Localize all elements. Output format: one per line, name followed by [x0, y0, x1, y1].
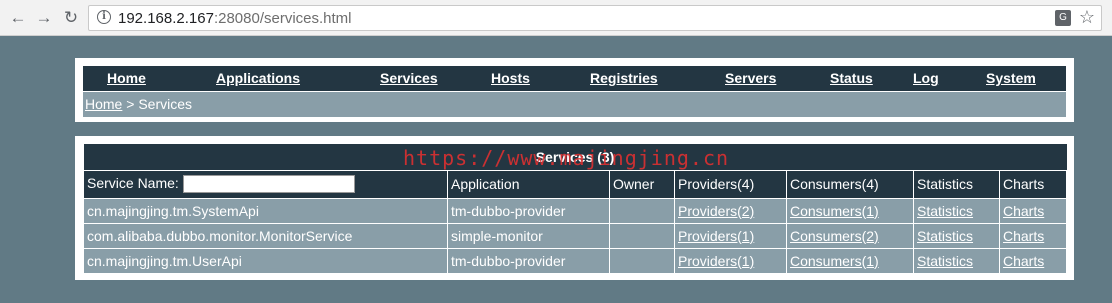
charts-link[interactable]: Charts — [1003, 203, 1044, 219]
service-name-search-input[interactable] — [182, 175, 355, 194]
table-row: com.alibaba.dubbo.monitor.MonitorService… — [83, 222, 1068, 249]
consumers-link[interactable]: Consumers(1) — [790, 253, 879, 269]
owner-cell — [609, 247, 675, 274]
header-application: Application — [447, 169, 610, 199]
owner-cell — [609, 222, 675, 249]
menu-status[interactable]: Status — [830, 70, 873, 86]
back-arrow-icon[interactable]: ← — [8, 8, 28, 28]
address-bar[interactable]: i 192.168.2.167:28080/services.html G ☆ — [88, 5, 1102, 31]
service-name-cell: cn.majingjing.tm.SystemApi — [83, 197, 448, 224]
menu-hosts[interactable]: Hosts — [491, 70, 530, 86]
statistics-link[interactable]: Statistics — [917, 253, 973, 269]
statistics-link[interactable]: Statistics — [917, 203, 973, 219]
header-charts: Charts — [998, 169, 1068, 199]
owner-cell — [609, 197, 675, 224]
menu-system[interactable]: System — [986, 70, 1036, 86]
menu-home[interactable]: Home — [107, 70, 146, 86]
menu-services[interactable]: Services — [380, 70, 438, 86]
application-cell: simple-monitor — [447, 222, 610, 249]
application-cell: tm-dubbo-provider — [447, 197, 610, 224]
nav-panel: Home Applications Services Hosts Registr… — [75, 58, 1074, 122]
menu-servers[interactable]: Servers — [725, 70, 776, 86]
info-icon[interactable]: i — [97, 10, 111, 24]
services-panel: Services (3) Service Name: Application O… — [75, 136, 1074, 280]
providers-link[interactable]: Providers(1) — [678, 228, 754, 244]
service-name-cell: com.alibaba.dubbo.monitor.MonitorService — [83, 222, 448, 249]
bookmark-star-icon[interactable]: ☆ — [1079, 7, 1095, 28]
charts-link[interactable]: Charts — [1003, 253, 1044, 269]
breadcrumb: Home > Services — [83, 92, 1066, 117]
providers-link[interactable]: Providers(2) — [678, 203, 754, 219]
consumers-link[interactable]: Consumers(1) — [790, 203, 879, 219]
url-text[interactable]: 192.168.2.167:28080/services.html — [118, 10, 352, 27]
header-service-name: Service Name: — [83, 169, 448, 199]
consumers-link[interactable]: Consumers(2) — [790, 228, 879, 244]
translate-icon[interactable]: G — [1055, 10, 1071, 26]
header-providers: Providers(4) — [674, 169, 787, 199]
breadcrumb-home-link[interactable]: Home — [85, 96, 122, 112]
providers-link[interactable]: Providers(1) — [678, 253, 754, 269]
table-row: cn.majingjing.tm.UserApi tm-dubbo-provid… — [83, 247, 1068, 274]
header-statistics: Statistics — [913, 169, 1000, 199]
breadcrumb-current: > Services — [122, 96, 192, 112]
forward-arrow-icon[interactable]: → — [34, 8, 54, 28]
header-consumers: Consumers(4) — [786, 169, 914, 199]
reload-icon[interactable]: ↻ — [61, 8, 81, 28]
statistics-link[interactable]: Statistics — [917, 228, 973, 244]
menu-log[interactable]: Log — [913, 70, 939, 86]
main-menu: Home Applications Services Hosts Registr… — [83, 66, 1066, 91]
header-owner: Owner — [609, 169, 675, 199]
service-name-cell: cn.majingjing.tm.UserApi — [83, 247, 448, 274]
table-header-row: Service Name: Application Owner Provider… — [83, 169, 1068, 199]
services-table: Services (3) Service Name: Application O… — [83, 144, 1068, 274]
charts-link[interactable]: Charts — [1003, 228, 1044, 244]
application-cell: tm-dubbo-provider — [447, 247, 610, 274]
browser-toolbar: ← → ↻ i 192.168.2.167:28080/services.htm… — [0, 0, 1112, 36]
menu-registries[interactable]: Registries — [590, 70, 658, 86]
table-row: cn.majingjing.tm.SystemApi tm-dubbo-prov… — [83, 197, 1068, 224]
table-caption: Services (3) — [83, 144, 1067, 170]
menu-applications[interactable]: Applications — [216, 70, 300, 86]
